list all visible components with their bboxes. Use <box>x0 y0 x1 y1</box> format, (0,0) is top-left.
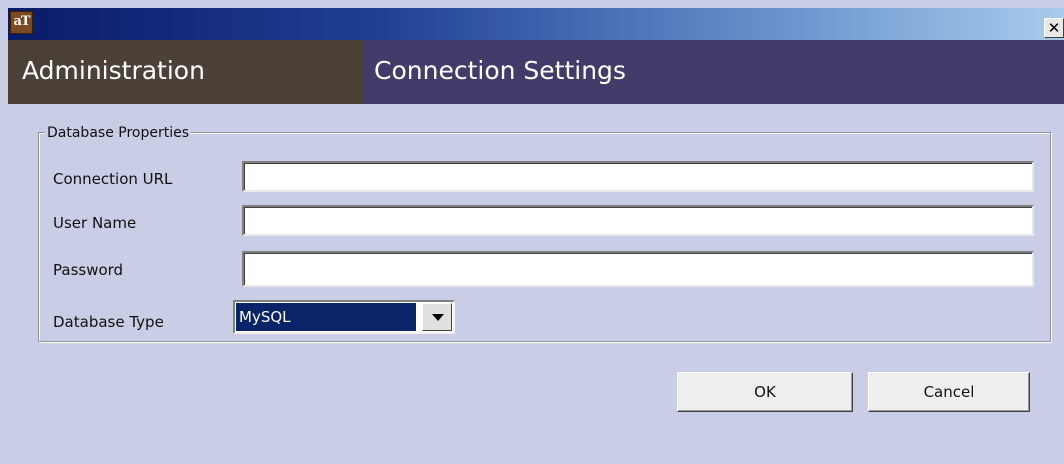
connection-url-field[interactable] <box>242 161 1034 192</box>
database-type-label: Database Type <box>53 313 164 331</box>
header-administration: Administration <box>8 40 364 104</box>
database-type-select[interactable]: MySQL <box>233 300 455 334</box>
dialog-content: Database Properties Connection URL User … <box>8 104 1064 464</box>
user-name-field[interactable] <box>242 205 1034 236</box>
dropdown-button[interactable] <box>422 303 452 331</box>
header-right-title: Connection Settings <box>374 56 626 85</box>
group-legend: Database Properties <box>45 124 192 142</box>
close-button[interactable]: ✕ <box>1044 18 1064 38</box>
database-type-value[interactable]: MySQL <box>236 303 416 331</box>
user-name-label: User Name <box>53 214 137 232</box>
app-logo-icon: aT <box>10 11 33 34</box>
ok-button[interactable]: OK <box>677 372 853 412</box>
header-connection-settings: Connection Settings <box>364 40 1064 104</box>
connection-url-label: Connection URL <box>53 170 173 188</box>
header-left-title: Administration <box>22 56 205 85</box>
chevron-down-icon <box>432 314 444 321</box>
password-field[interactable] <box>242 251 1034 287</box>
password-label: Password <box>53 261 124 279</box>
database-properties-group: Database Properties Connection URL User … <box>38 124 1051 342</box>
cancel-button[interactable]: Cancel <box>868 372 1030 412</box>
title-bar: aT ✕ <box>8 8 1064 40</box>
